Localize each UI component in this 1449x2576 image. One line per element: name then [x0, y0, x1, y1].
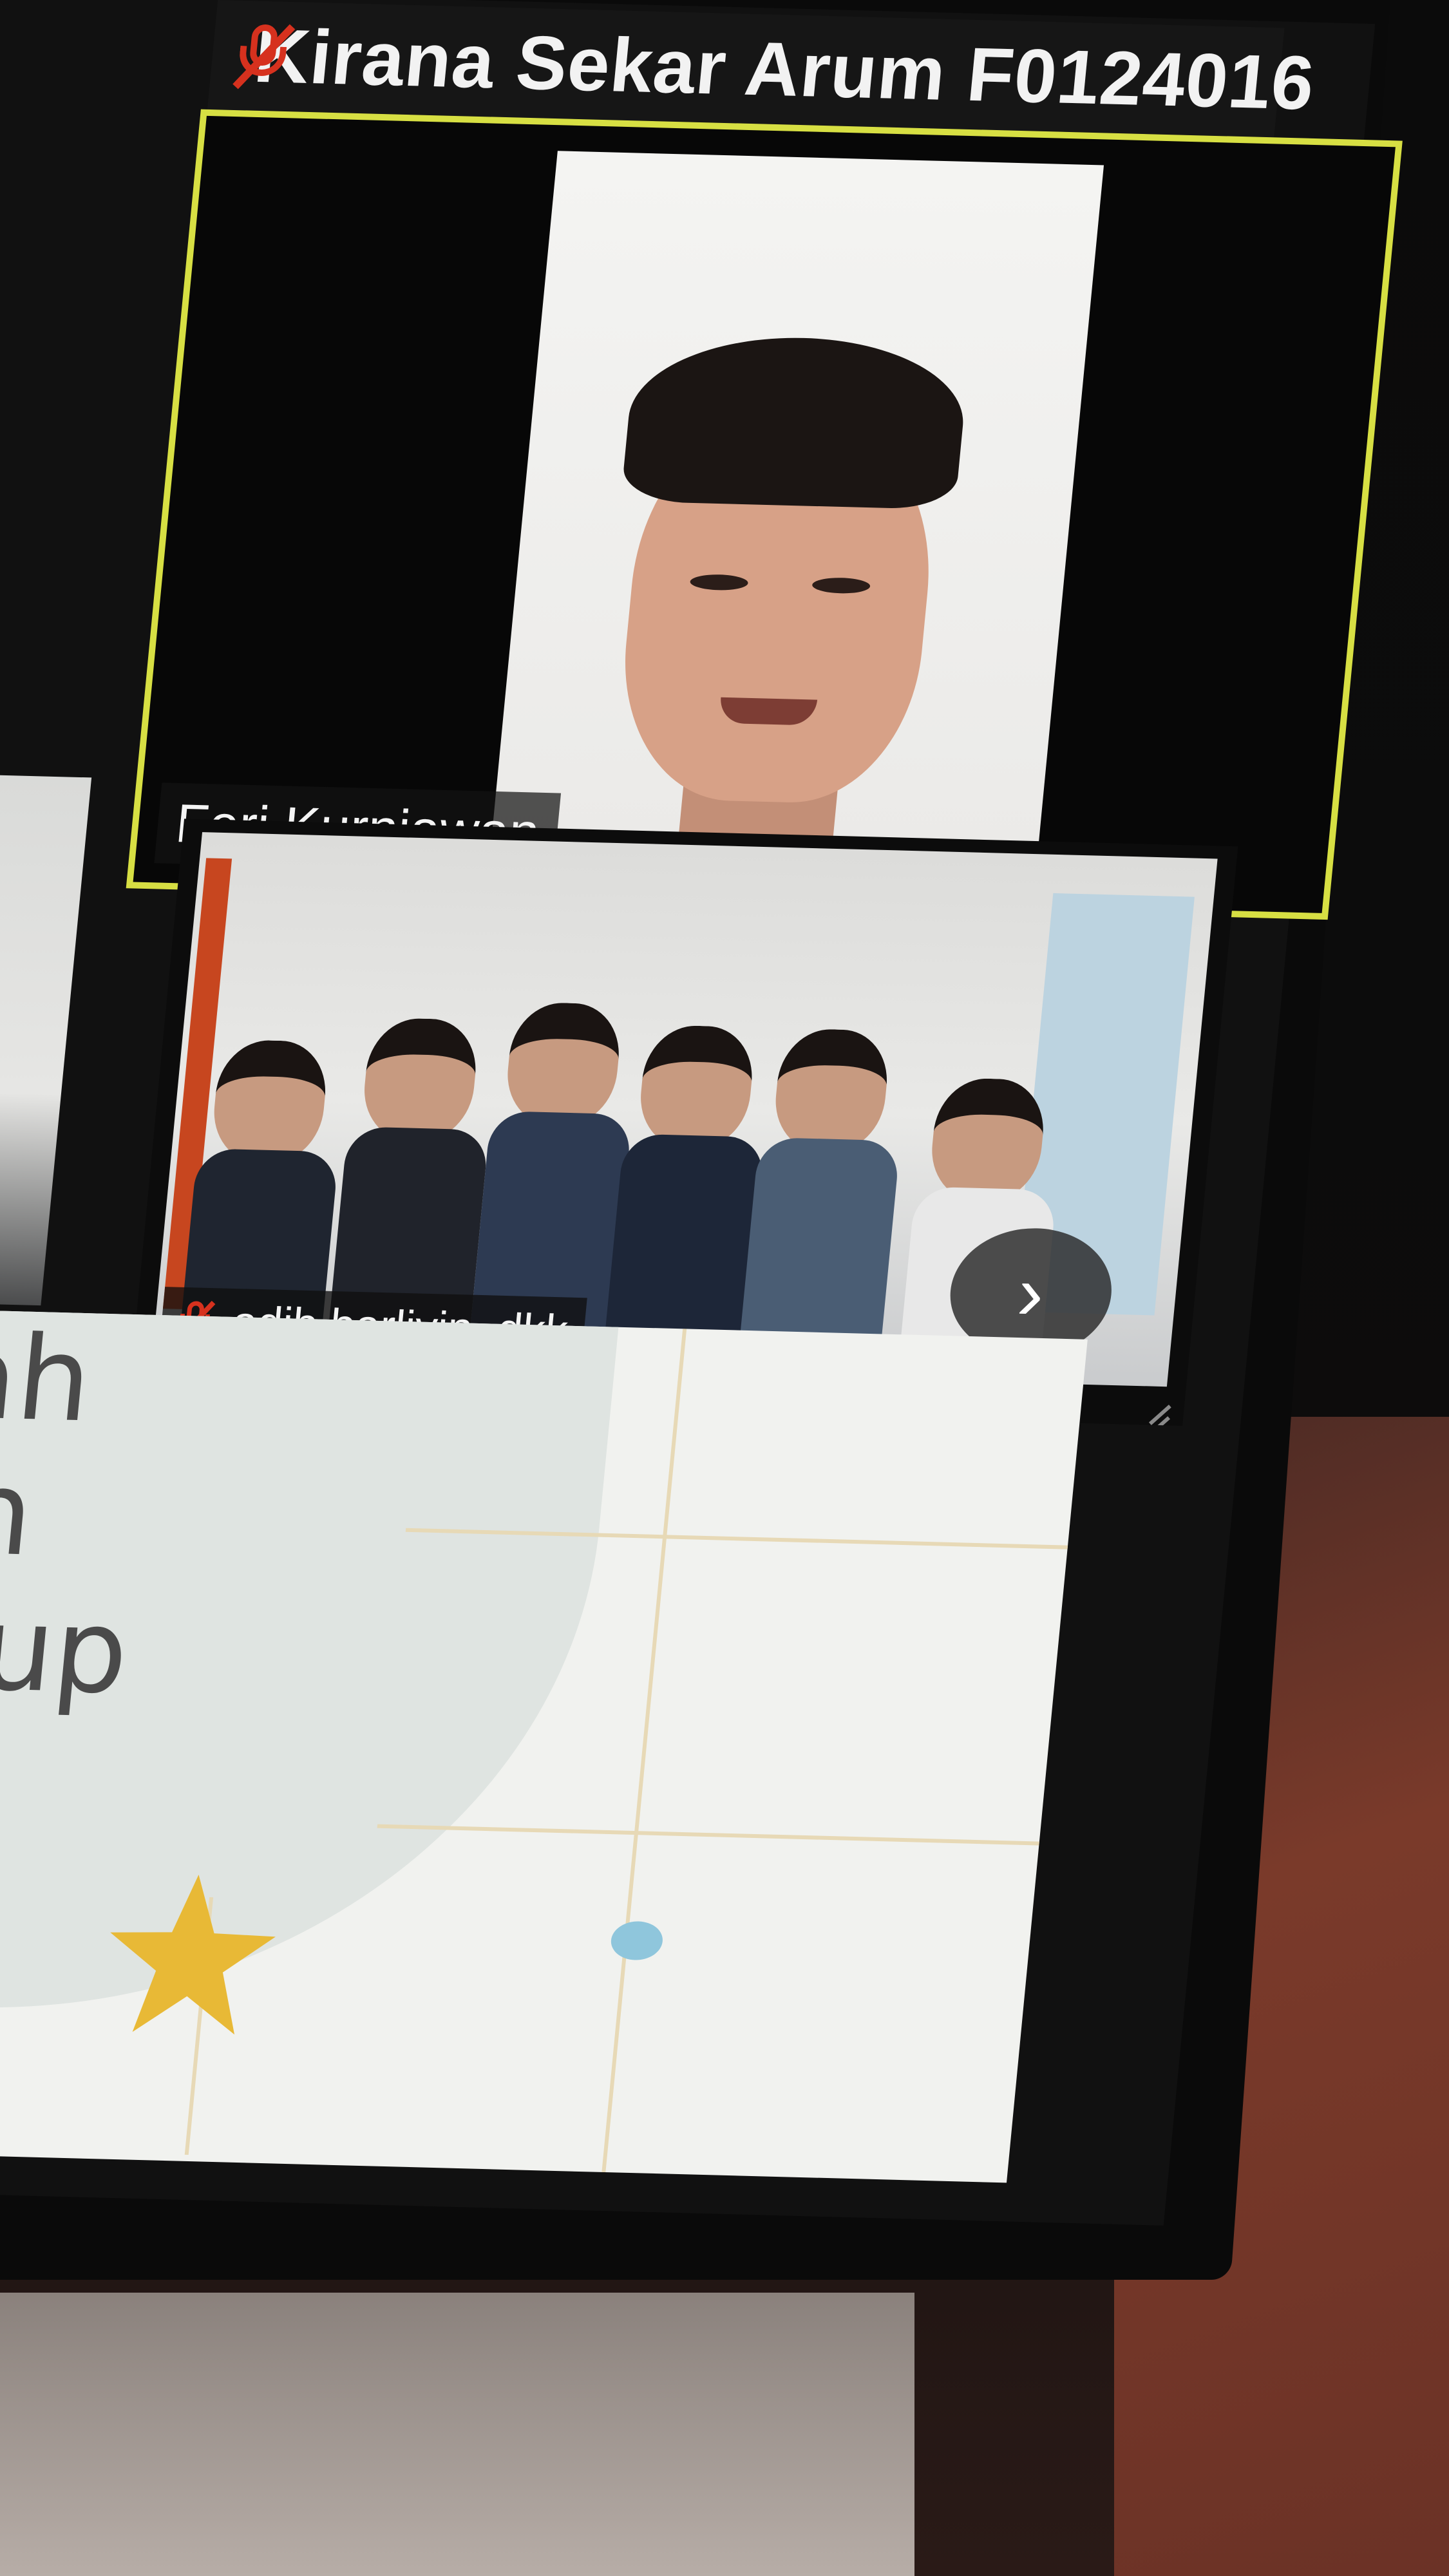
zoom-screen: Kirana Sekar Arum F0124016 Feri Kurniawa…	[0, 0, 1403, 2226]
chevron-right-icon: ›	[1014, 1249, 1048, 1336]
resize-handle[interactable]	[1119, 1372, 1175, 1426]
participant-video	[577, 334, 984, 862]
desk-surface	[0, 2293, 914, 2576]
slide-text-line: hidup	[0, 1577, 135, 1720]
photo-stage: Kirana Sekar Arum F0124016 Feri Kurniawa…	[0, 0, 1449, 2576]
slide-grid-line	[601, 1329, 687, 2173]
star-icon	[110, 1874, 276, 2035]
mic-muted-icon	[229, 20, 296, 91]
active-speaker-tile[interactable]: Feri Kurniawan	[126, 109, 1403, 920]
participant-name: Kirana Sekar Arum F0124016	[251, 13, 1318, 126]
slide-grid-line	[377, 1824, 1084, 1847]
video-tile-partial[interactable]	[0, 772, 92, 1306]
monitor: Kirana Sekar Arum F0124016 Feri Kurniawa…	[0, 0, 1403, 2280]
slide-text-line: ntah	[0, 1307, 98, 1448]
shared-screen-slide: ntah dan hidup	[0, 1307, 1088, 2183]
decor-dot	[609, 1920, 665, 1961]
